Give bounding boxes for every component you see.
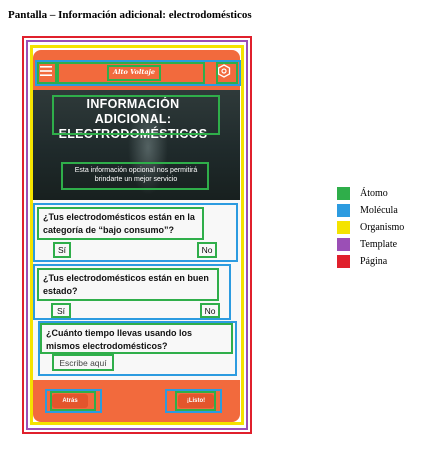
done-button-atom-outline [175,391,216,411]
menu-atom-outline [37,62,57,84]
question-2-text: ¿Tus electrodomésticos están en buen est… [43,273,209,296]
hero-subtitle-atom-outline [61,162,209,190]
question-1-yes-option[interactable]: Sí [53,242,71,258]
legend-label-organism: Organismo [360,221,405,233]
legend-swatch-organism [337,220,350,234]
legend-label-atom: Átomo [360,187,388,199]
back-button-atom-outline [50,391,96,411]
legend-item-organism: Organismo [337,220,404,234]
settings-atom-outline [216,62,238,84]
legend-label-molecule: Molécula [360,204,398,216]
legend-item-template: Template [337,237,397,251]
question-3-text-atom: ¿Cuánto tiempo llevas usando los mismos … [40,323,233,354]
question-2-text-atom: ¿Tus electrodomésticos están en buen est… [37,268,219,301]
question-1-text: ¿Tus electrodomésticos están en la categ… [43,212,195,235]
legend-label-template: Template [360,238,398,250]
legend-swatch-page [337,254,350,268]
hero-title-atom-outline [52,95,220,135]
legend-swatch-molecule [337,203,350,217]
legend-swatch-atom [337,186,350,200]
question-1-text-atom: ¿Tus electrodomésticos están en la categ… [37,207,204,240]
question-1-no-option[interactable]: No [197,242,217,258]
legend-item-molecule: Molécula [337,203,398,217]
question-3-answer-input[interactable]: Escribe aquí [52,354,114,371]
legend-label-page: Página [360,255,388,267]
question-3-text: ¿Cuánto tiempo llevas usando los mismos … [46,328,193,351]
legend-swatch-template [337,237,350,251]
document-title: Pantalla – Información adicional: electr… [8,9,252,21]
question-2-yes-option[interactable]: Sí [51,303,71,318]
legend-item-atom: Átomo [337,186,388,200]
question-2-no-option[interactable]: No [200,303,220,318]
legend-item-page: Página [337,254,387,268]
logo-inner-atom-outline [107,65,161,81]
